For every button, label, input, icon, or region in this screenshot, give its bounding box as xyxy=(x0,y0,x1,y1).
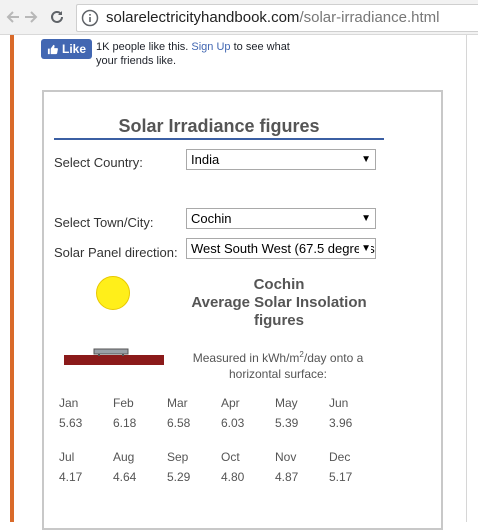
dropdown-arrow-icon: ▼ xyxy=(359,209,371,228)
town-label: Select Town/City: xyxy=(54,215,154,230)
month-value: 4.17 xyxy=(59,470,83,484)
direction-label: Solar Panel direction: xyxy=(54,245,178,260)
month-value: 5.29 xyxy=(167,470,191,484)
heading-text: Average Solar Insolation figures xyxy=(191,294,367,329)
month-value: 6.03 xyxy=(221,416,245,430)
thumbs-up-icon xyxy=(47,44,58,54)
month-name: Dec xyxy=(329,450,351,464)
month-cell: Aug 4.64 xyxy=(113,450,153,484)
facebook-like-button[interactable]: Like xyxy=(41,39,92,59)
forward-arrow-icon[interactable] xyxy=(20,6,42,28)
month-cell: Jan 5.63 xyxy=(59,396,99,430)
month-name: May xyxy=(275,396,298,410)
month-value: 4.87 xyxy=(275,470,299,484)
month-value: 5.63 xyxy=(59,416,83,430)
url-path: /solar-irradiance.html xyxy=(299,9,440,26)
month-name: Apr xyxy=(221,396,240,410)
month-name: Jun xyxy=(329,396,349,410)
url-domain: solarelectricityhandbook.com xyxy=(106,9,300,26)
dropdown-arrow-icon: ▼ xyxy=(359,150,371,169)
month-name: Aug xyxy=(113,450,135,464)
month-value: 6.58 xyxy=(167,416,191,430)
month-cell: Jul 4.17 xyxy=(59,450,99,484)
title-underline xyxy=(54,138,384,140)
reload-icon[interactable] xyxy=(46,6,68,28)
like-count-text: 1K people like this. Sign Up to see what… xyxy=(96,40,306,68)
town-select[interactable]: Cochin ▼ xyxy=(186,208,376,229)
month-cell: Apr 6.03 xyxy=(221,396,261,430)
month-value: 4.80 xyxy=(221,470,245,484)
url-text: solarelectricityhandbook.com/solar-irrad… xyxy=(106,5,439,31)
month-name: Jan xyxy=(59,396,79,410)
sun-icon xyxy=(96,276,130,310)
month-value: 5.39 xyxy=(275,416,299,430)
country-label: Select Country: xyxy=(54,155,143,170)
like-label: Like xyxy=(61,42,86,56)
month-cell: Feb 6.18 xyxy=(113,396,153,430)
insolation-heading: Cochin Average Solar Insolation figures xyxy=(176,276,382,330)
month-value: 3.96 xyxy=(329,416,353,430)
town-value: Cochin xyxy=(191,211,232,226)
left-accent-stripe xyxy=(10,35,14,522)
measurement-note: Measured in kWh/m2/day onto a horizontal… xyxy=(178,347,378,382)
measure-prefix: Measured in kWh/m xyxy=(192,351,300,365)
address-bar[interactable]: solarelectricityhandbook.com/solar-irrad… xyxy=(76,4,478,32)
panel-title: Solar Irradiance figures xyxy=(118,116,320,136)
dropdown-arrow-icon: ▼ xyxy=(359,239,371,258)
signup-link[interactable]: Sign Up xyxy=(191,41,230,53)
month-cell: Dec 5.17 xyxy=(329,450,369,484)
right-divider xyxy=(466,35,467,522)
heading-city: Cochin xyxy=(253,276,305,293)
browser-toolbar: solarelectricityhandbook.com/solar-irrad… xyxy=(0,0,478,35)
info-icon[interactable] xyxy=(81,9,99,27)
country-select[interactable]: India ▼ xyxy=(186,149,376,170)
direction-value: West South West (67.5 degrees) xyxy=(191,241,375,256)
month-value: 4.64 xyxy=(113,470,137,484)
country-value: India xyxy=(191,152,220,167)
month-name: Nov xyxy=(275,450,297,464)
month-cell: Jun 3.96 xyxy=(329,396,369,430)
month-value: 6.18 xyxy=(113,416,137,430)
month-name: Jul xyxy=(59,450,75,464)
month-name: Oct xyxy=(221,450,240,464)
month-cell: Nov 4.87 xyxy=(275,450,315,484)
like-count: 1K people like this. xyxy=(96,41,189,53)
month-name: Feb xyxy=(113,396,134,410)
solar-panel-icon xyxy=(64,348,164,365)
month-cell: Sep 5.29 xyxy=(167,450,207,484)
month-value: 5.17 xyxy=(329,470,353,484)
month-name: Sep xyxy=(167,450,189,464)
month-name: Mar xyxy=(167,396,188,410)
month-cell: Oct 4.80 xyxy=(221,450,261,484)
month-cell: May 5.39 xyxy=(275,396,315,430)
month-cell: Mar 6.58 xyxy=(167,396,207,430)
direction-select[interactable]: West South West (67.5 degrees) ▼ xyxy=(186,238,376,259)
